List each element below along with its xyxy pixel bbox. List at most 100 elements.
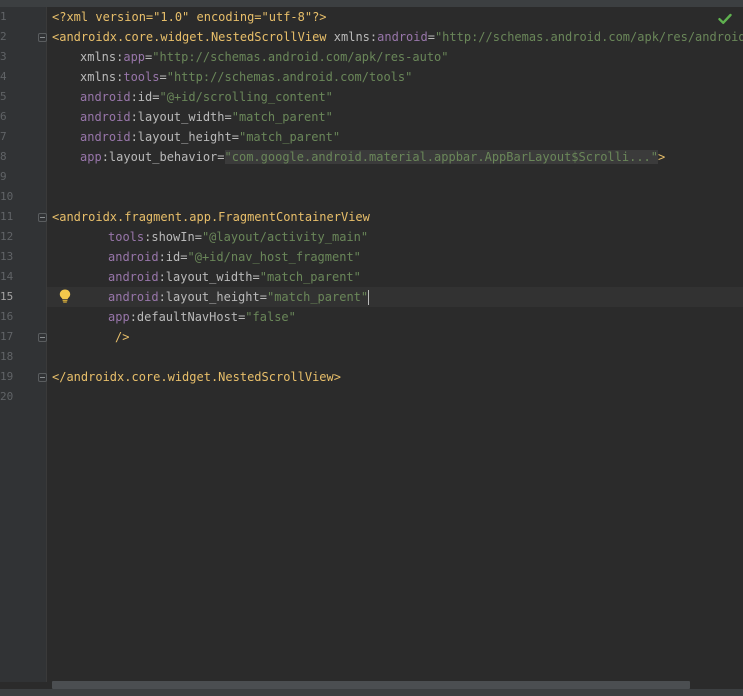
line-number: 14 [0,270,14,283]
line-number: 9 [0,170,7,183]
fold-icon[interactable] [38,373,47,382]
tag-close: > [658,150,666,164]
code-line-14[interactable]: android:layout_width="match_parent" [108,267,361,287]
attr-namespace: tools [108,230,145,244]
line-number: 13 [0,250,14,263]
attr-name: :layout_height [158,290,260,304]
code-line-6[interactable]: android:layout_width="match_parent" [80,107,333,127]
line-number: 12 [0,230,14,243]
line-number: 20 [0,390,14,403]
line-number: 4 [0,70,7,83]
attr-namespace: app [123,50,146,64]
attr-namespace: tools [123,70,160,84]
attr-value: "match_parent" [231,110,333,124]
editor-top-border [0,0,743,7]
text-cursor [368,290,370,305]
attr-value: "http://schemas.android.com/apk/res-auto… [152,50,449,64]
attr-name: xmlns: [80,70,124,84]
equals: = [252,270,260,284]
attr-value: "match_parent" [238,130,341,144]
attr-namespace: android [108,290,159,304]
code-line-2[interactable]: <androidx.core.widget.NestedScrollView x… [52,27,743,47]
attr-name: xmlns: [80,50,124,64]
code-line-15[interactable]: android:layout_height="match_parent" [108,287,370,307]
attr-name: :id [130,90,153,104]
open-tag: <androidx.core.widget.NestedScrollView [52,30,327,44]
xml-declaration: <?xml version="1.0" encoding="utf-8"?> [52,10,327,24]
line-number: 2 [0,30,7,43]
line-number: 1 [0,10,7,23]
equals: = [152,90,160,104]
lightbulb-icon[interactable] [59,289,71,303]
code-editor[interactable]: 1 2 3 4 5 6 7 8 9 10 11 12 13 14 15 16 1… [0,0,743,696]
attr-value: "@layout/activity_main" [201,230,369,244]
check-icon[interactable] [718,13,732,25]
attr-namespace: android [80,130,131,144]
fold-icon[interactable] [38,213,47,222]
attr-value: "http://schemas.android.com/apk/res/andr… [434,30,743,44]
attr-namespace: app [80,150,102,164]
attr-namespace: android [80,110,131,124]
line-number: 3 [0,50,7,63]
attr-namespace: app [108,310,130,324]
code-line-4[interactable]: xmlns:tools="http://schemas.android.com/… [80,67,412,87]
equals: = [217,150,225,164]
code-line-7[interactable]: android:layout_height="match_parent" [80,127,340,147]
equals: = [231,130,239,144]
attr-name: :layout_behavior [101,150,218,164]
equals: = [259,290,267,304]
line-number: 11 [0,210,14,223]
folded-attr-value[interactable]: "com.google.android.material.appbar.AppB… [224,150,658,164]
line-number-active: 15 [0,290,14,303]
equals: = [159,70,167,84]
attr-name: :layout_width [130,110,225,124]
attr-value: "@+id/nav_host_fragment" [187,250,361,264]
line-number: 6 [0,110,7,123]
fold-icon[interactable] [38,33,47,42]
close-tag: </androidx.core.widget.NestedScrollView> [52,370,341,384]
attr-name: xmlns: [333,30,378,44]
attr-namespace: android [108,270,159,284]
attr-namespace: android [108,250,159,264]
code-line-17[interactable]: /> [115,327,129,347]
fold-icon[interactable] [38,333,47,342]
line-number: 19 [0,370,14,383]
line-number: 16 [0,310,14,323]
code-line-3[interactable]: xmlns:app="http://schemas.android.com/ap… [80,47,449,67]
attr-value: "match_parent" [259,270,361,284]
editor-bottom-border [0,689,743,696]
equals: = [427,30,435,44]
quote-close: " [360,290,369,304]
line-number: 18 [0,350,14,363]
line-number: 7 [0,130,7,143]
equals: = [180,250,188,264]
attr-namespace: android [377,30,428,44]
code-line-5[interactable]: android:id="@+id/scrolling_content" [80,87,333,107]
line-number: 10 [0,190,14,203]
code-line-8[interactable]: app:layout_behavior="com.google.android.… [80,147,665,167]
open-tag: <androidx.fragment.app.FragmentContainer… [52,210,370,224]
line-number: 5 [0,90,7,103]
code-line-12[interactable]: tools:showIn="@layout/activity_main" [108,227,368,247]
attr-name: :layout_height [130,130,232,144]
code-line-1[interactable]: <?xml version="1.0" encoding="utf-8"?> [52,7,327,27]
attr-value: "http://schemas.android.com/tools" [166,70,413,84]
code-line-11[interactable]: <androidx.fragment.app.FragmentContainer… [52,207,370,227]
attr-name: :layout_width [158,270,253,284]
line-number: 8 [0,150,7,163]
equals: = [194,230,202,244]
attr-namespace: android [80,90,131,104]
attr-name: :defaultNavHost [129,310,239,324]
code-line-16[interactable]: app:defaultNavHost="false" [108,307,296,327]
self-close-tag: /> [115,330,130,344]
code-line-13[interactable]: android:id="@+id/nav_host_fragment" [108,247,361,267]
equals: = [224,110,232,124]
horizontal-scrollbar-thumb[interactable] [52,681,690,689]
code-line-19[interactable]: </androidx.core.widget.NestedScrollView> [52,367,341,387]
attr-value: match_parent [274,290,361,304]
gutter-divider [46,7,47,682]
attr-value: "@+id/scrolling_content" [159,90,333,104]
line-number: 17 [0,330,14,343]
attr-name: :showIn [144,230,195,244]
attr-value: "false" [245,310,296,324]
